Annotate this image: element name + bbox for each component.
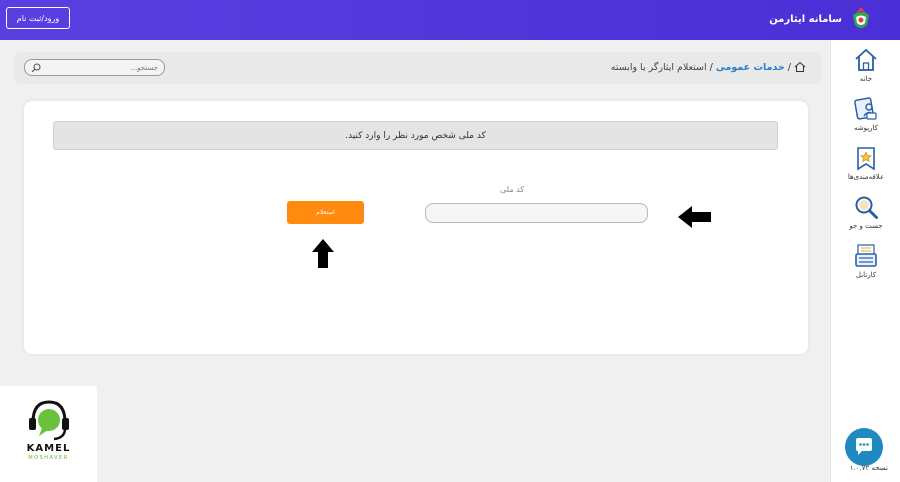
breadcrumb-separator: / <box>787 61 791 73</box>
magnifier-icon <box>855 196 878 219</box>
breadcrumb-home-icon[interactable] <box>794 61 806 73</box>
sidebar-label: کارپوشه <box>853 124 879 132</box>
sidebar-label: خانه <box>859 75 873 83</box>
sidebar-item-cartable[interactable]: کارتابل <box>831 243 900 279</box>
brand[interactable]: سامانه ایثارمن <box>769 4 874 34</box>
kamel-brand-name: KAMEL <box>26 443 71 454</box>
sidebar-item-workfolder[interactable]: کارپوشه <box>831 96 900 132</box>
national-code-input[interactable] <box>425 203 648 223</box>
kamel-brand-sub: MOSHAVER <box>28 455 69 461</box>
support-chat-button[interactable] <box>845 428 883 466</box>
login-register-button[interactable]: ورود/ثبت نام <box>6 7 70 29</box>
sidebar-label: علاقه‌مندی‌ها <box>847 173 885 181</box>
kamel-watermark-logo: KAMEL MOSHAVER <box>0 386 97 482</box>
sidebar-item-favorites[interactable]: علاقه‌مندی‌ها <box>831 145 900 181</box>
star-bookmark-icon <box>857 147 875 171</box>
sidebar-item-search[interactable]: جست و جو <box>831 194 900 230</box>
instruction-notice: کد ملی شخص مورد نظر را وارد کنید. <box>53 121 778 150</box>
search-box[interactable] <box>24 59 165 76</box>
breadcrumb-link-public-services[interactable]: خدمات عمومی <box>716 62 785 73</box>
app-title: سامانه ایثارمن <box>769 13 842 25</box>
breadcrumb-separator: / <box>709 61 713 73</box>
chat-bubble-icon <box>856 438 872 455</box>
search-input[interactable] <box>41 63 158 72</box>
right-sidebar: خانه کارپوشه علاقه‌مندی‌ها جست و جو <box>830 40 900 482</box>
left-arrow-annotation-icon <box>678 206 711 228</box>
search-icon[interactable] <box>31 62 41 73</box>
sidebar-label: جست و جو <box>849 222 883 230</box>
isarman-logo-icon <box>853 7 869 28</box>
inbox-tray-icon <box>855 244 877 267</box>
inquiry-submit-button[interactable]: استعلام <box>287 201 364 224</box>
home-icon <box>855 48 877 71</box>
breadcrumb-current: استعلام ایثارگر یا وابسته <box>610 61 707 73</box>
top-header: ورود/ثبت نام سامانه ایثارمن <box>0 0 900 40</box>
search-breadcrumb-bar: / خدمات عمومی / استعلام ایثارگر یا وابست… <box>14 52 822 84</box>
sidebar-item-home[interactable]: خانه <box>831 47 900 83</box>
sidebar-label: کارتابل <box>855 271 877 279</box>
up-arrow-annotation-icon <box>312 239 334 268</box>
national-code-label: کد ملی <box>500 185 525 194</box>
headset-chat-icon <box>28 400 69 441</box>
folder-user-icon <box>854 97 877 120</box>
breadcrumb: / خدمات عمومی / استعلام ایثارگر یا وابست… <box>611 61 806 73</box>
